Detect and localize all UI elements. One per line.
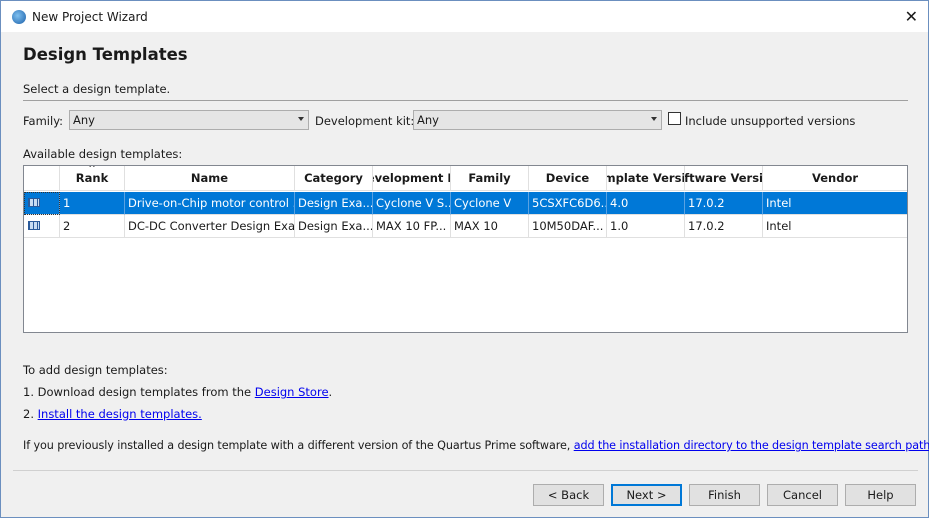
table-header: ^Rank Name Category Development Kit Fami… — [24, 166, 907, 191]
page-subtitle: Select a design template. — [23, 82, 171, 96]
family-label: Family: — [23, 114, 64, 128]
devkit-select[interactable]: Any — [413, 110, 662, 130]
family-value: Any — [73, 113, 95, 127]
finish-button[interactable]: Finish — [689, 484, 760, 506]
cell-family: MAX 10 — [451, 215, 529, 238]
cell-vendor: Intel — [763, 192, 907, 215]
available-templates-label: Available design templates: — [23, 147, 183, 161]
help-step1: 1. Download design templates from the De… — [23, 385, 333, 399]
cell-category: Design Exa... — [295, 215, 373, 238]
cell-rank: 2 — [60, 215, 125, 238]
chevron-down-icon — [298, 117, 304, 121]
back-button[interactable]: < Back — [533, 484, 604, 506]
cell-category: Design Exa... — [295, 192, 373, 215]
divider — [13, 470, 918, 471]
cell-template-version: 4.0 — [607, 192, 685, 215]
column-header-rank[interactable]: ^ Rank — [60, 166, 125, 191]
cancel-button[interactable]: Cancel — [767, 484, 838, 506]
add-search-path-link[interactable]: add the installation directory to the de… — [574, 439, 929, 452]
cell-software-version: 17.0.2 — [685, 192, 763, 215]
devkit-value: Any — [417, 113, 439, 127]
include-unsupported-label[interactable]: Include unsupported versions — [685, 114, 855, 128]
cell-device: 5CSXFC6D6... — [529, 192, 607, 215]
cell-family: Cyclone V — [451, 192, 529, 215]
cell-name: Drive-on-Chip motor control ... — [125, 192, 295, 215]
window-title: New Project Wizard — [32, 9, 148, 24]
title-bar: New Project Wizard ✕ — [1, 1, 928, 32]
help-step2: 2. Install the design templates. — [23, 407, 202, 421]
chevron-down-icon — [651, 117, 657, 121]
include-unsupported-checkbox[interactable] — [668, 112, 681, 125]
table-row[interactable]: 1 Drive-on-Chip motor control ... Design… — [24, 192, 907, 215]
close-icon[interactable]: ✕ — [905, 7, 918, 26]
divider — [23, 100, 908, 101]
column-header-vendor[interactable]: Vendor — [763, 166, 907, 191]
help-intro: To add design templates: — [23, 363, 168, 377]
cell-devkit: Cyclone V S... — [373, 192, 451, 215]
cell-software-version: 17.0.2 — [685, 215, 763, 238]
column-header-software-version[interactable]: Software Version — [685, 166, 763, 191]
cell-device: 10M50DAF... — [529, 215, 607, 238]
family-select[interactable]: Any — [69, 110, 309, 130]
next-button[interactable]: Next > — [611, 484, 682, 506]
column-header-name[interactable]: Name — [125, 166, 295, 191]
sort-ascending-icon: ^ — [88, 166, 96, 174]
column-header-family[interactable]: Family — [451, 166, 529, 191]
cell-devkit: MAX 10 FP... — [373, 215, 451, 238]
template-icon — [24, 215, 60, 238]
cell-template-version: 1.0 — [607, 215, 685, 238]
templates-table: ^Rank Name Category Development Kit Fami… — [23, 165, 908, 333]
cell-name: DC-DC Converter Design Exa... — [125, 215, 295, 238]
column-header-icon[interactable] — [24, 166, 60, 191]
page-title: Design Templates — [23, 45, 188, 64]
column-header-device[interactable]: Device — [529, 166, 607, 191]
table-row[interactable]: 2 DC-DC Converter Design Exa... Design E… — [24, 215, 907, 238]
column-header-template-version[interactable]: Template Version — [607, 166, 685, 191]
template-icon — [24, 192, 60, 215]
column-header-devkit[interactable]: Development Kit — [373, 166, 451, 191]
column-header-category[interactable]: Category — [295, 166, 373, 191]
help-button[interactable]: Help — [845, 484, 916, 506]
app-icon — [12, 9, 26, 24]
design-store-link[interactable]: Design Store — [255, 385, 329, 399]
devkit-label: Development kit: — [315, 114, 415, 128]
cell-vendor: Intel — [763, 215, 907, 238]
cell-rank: 1 — [60, 192, 125, 215]
install-templates-link[interactable]: Install the design templates. — [38, 407, 202, 421]
new-project-wizard-window: New Project Wizard ✕ Design Templates Se… — [0, 0, 929, 518]
help-note: If you previously installed a design tem… — [23, 439, 929, 452]
